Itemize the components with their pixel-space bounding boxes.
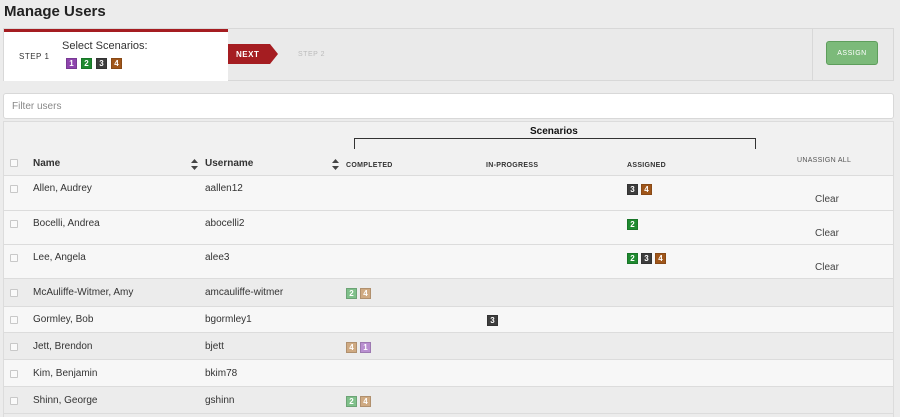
clear-link[interactable]: Clear — [815, 262, 839, 273]
row-checkbox[interactable] — [10, 397, 18, 405]
user-username: bjett — [205, 341, 224, 352]
row-checkbox[interactable] — [10, 370, 18, 378]
scenario-1-badge[interactable]: 1 — [66, 58, 77, 69]
scenario-badge: 2 — [346, 396, 357, 407]
scenario-4-badge[interactable]: 4 — [111, 58, 122, 69]
user-username: amcauliffe-witmer — [205, 287, 284, 298]
assigned-scenarios: 34 — [627, 184, 652, 195]
table-row: Shinn, George gshinn 2 4 — [4, 387, 893, 414]
page-title: Manage Users — [4, 3, 106, 20]
in-progress-scenarios: 3 — [487, 315, 498, 326]
unassign-all-link[interactable]: UNASSIGN ALL — [797, 157, 851, 164]
completed-scenarios: 24 — [346, 396, 371, 407]
row-checkbox[interactable] — [10, 289, 18, 297]
table-row: Kim, Benjamin bkim78 — [4, 360, 893, 387]
user-name: Lee, Angela — [33, 252, 86, 263]
select-scenarios-label: Select Scenarios: — [62, 40, 148, 52]
sort-icon[interactable] — [332, 159, 339, 170]
user-username: gshinn — [205, 395, 235, 406]
user-username: alee3 — [205, 252, 230, 263]
scenario-badge: 1 — [360, 342, 371, 353]
column-header-username[interactable]: Username — [205, 158, 253, 169]
scenario-badge: 4 — [360, 396, 371, 407]
assigned-scenarios: 2 — [627, 219, 638, 230]
user-name: Allen, Audrey — [33, 183, 92, 194]
scenario-badge: 4 — [360, 288, 371, 299]
scenario-badge: 4 — [655, 253, 666, 264]
step-1-label: STEP 1 — [19, 52, 50, 61]
scenario-2-badge[interactable]: 2 — [81, 58, 92, 69]
assign-button[interactable]: ASSIGN — [826, 41, 878, 65]
users-table: Scenarios Name Username COMPLETED IN-PRO… — [3, 121, 894, 417]
row-checkbox[interactable] — [10, 343, 18, 351]
table-header: Scenarios Name Username COMPLETED IN-PRO… — [4, 122, 893, 176]
column-header-completed: COMPLETED — [346, 162, 393, 169]
scenario-badge: 2 — [346, 288, 357, 299]
scenario-badge: 2 — [627, 253, 638, 264]
column-header-name[interactable]: Name — [33, 158, 60, 169]
column-header-in-progress: IN-PROGRESS — [486, 162, 539, 169]
scenario-badge: 4 — [641, 184, 652, 195]
step-1-panel: STEP 1 Select Scenarios: 1234 — [4, 29, 228, 81]
completed-scenarios: 24 — [346, 288, 371, 299]
sort-icon[interactable] — [191, 159, 198, 170]
scenario-picker: 1234 — [66, 58, 122, 69]
scenario-badge: 3 — [641, 253, 652, 264]
user-name: Bocelli, Andrea — [33, 218, 100, 229]
scenario-badge: 3 — [627, 184, 638, 195]
scenarios-bracket — [354, 138, 756, 149]
table-row: McAuliffe-Witmer, Amy amcauliffe-witmer 2 4 — [4, 279, 893, 307]
scenario-badge: 2 — [627, 219, 638, 230]
user-name: Jett, Brendon — [33, 341, 93, 352]
row-checkbox[interactable] — [10, 316, 18, 324]
scenario-badge: 3 — [487, 315, 498, 326]
completed-scenarios: 41 — [346, 342, 371, 353]
user-username: abocelli2 — [205, 218, 245, 229]
table-row: Jett, Brendon bjett 4 1 — [4, 333, 893, 360]
row-checkbox[interactable] — [10, 185, 18, 193]
steps-bar: STEP 1 Select Scenarios: 1234 NEXT STEP … — [3, 28, 894, 81]
filter-box — [3, 93, 894, 119]
clear-link[interactable]: Clear — [815, 228, 839, 239]
clear-link[interactable]: Clear — [815, 194, 839, 205]
scenario-badge: 4 — [346, 342, 357, 353]
user-name: Gormley, Bob — [33, 314, 94, 325]
user-username: bkim78 — [205, 368, 238, 379]
row-checkbox[interactable] — [10, 220, 18, 228]
step-2-label: STEP 2 — [298, 51, 325, 58]
assigned-scenarios: 234 — [627, 253, 666, 264]
table-row: Allen, Audrey aallen12 3 4 Clear — [4, 176, 893, 211]
user-name: McAuliffe-Witmer, Amy — [33, 287, 134, 298]
user-name: Kim, Benjamin — [33, 368, 98, 379]
user-username: aallen12 — [205, 183, 243, 194]
column-header-assigned: ASSIGNED — [627, 162, 666, 169]
select-all-checkbox[interactable] — [10, 159, 18, 167]
user-username: bgormley1 — [205, 314, 252, 325]
scenario-3-badge[interactable]: 3 — [96, 58, 107, 69]
row-checkbox[interactable] — [10, 254, 18, 262]
table-row: Gormley, Bob bgormley1 3 — [4, 307, 893, 333]
divider — [812, 29, 813, 81]
table-row: Bocelli, Andrea abocelli2 2 Clear — [4, 211, 893, 245]
filter-users-input[interactable] — [4, 94, 893, 118]
scenarios-header: Scenarios — [530, 126, 578, 137]
next-button[interactable]: NEXT — [228, 44, 278, 64]
table-row: Lee, Angela alee3 2 3 4 Clear — [4, 245, 893, 279]
user-name: Shinn, George — [33, 395, 98, 406]
